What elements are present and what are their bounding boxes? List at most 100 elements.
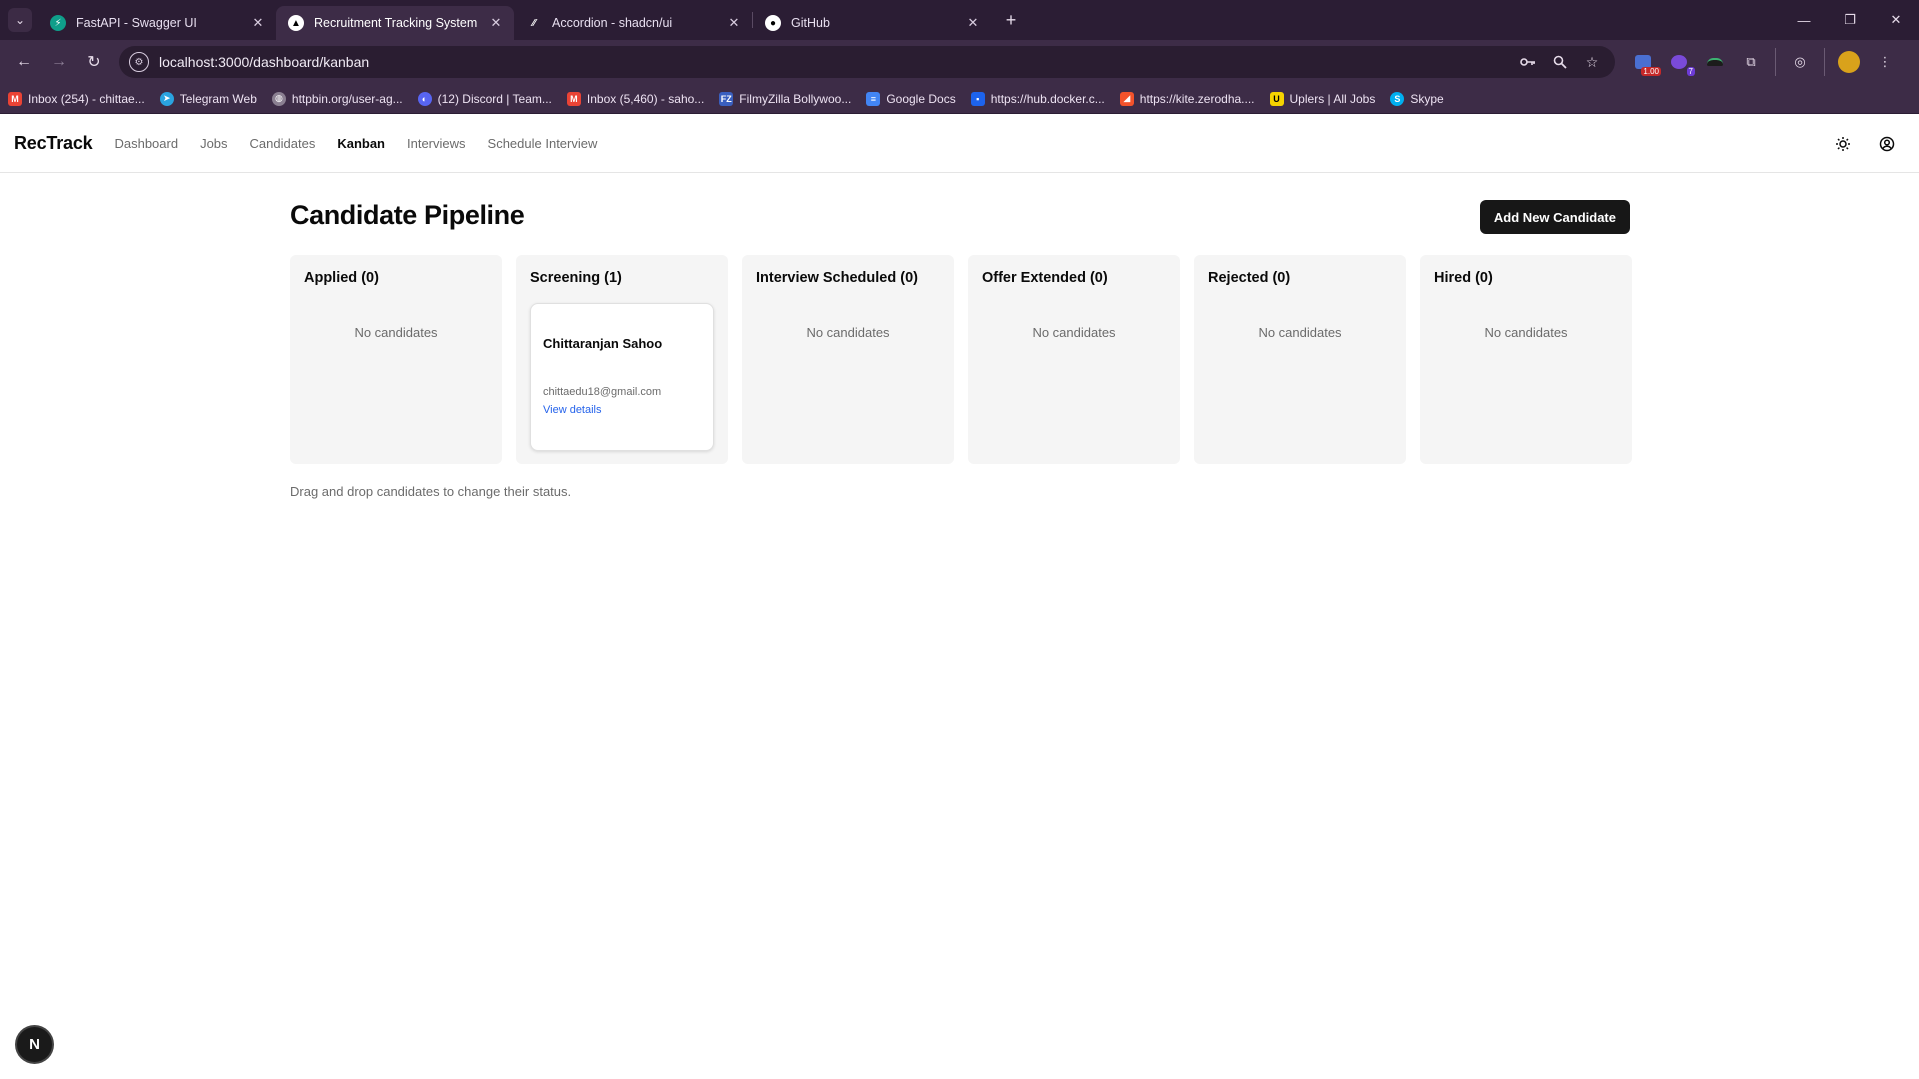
column-title: Rejected (0) — [1208, 270, 1291, 286]
toolbar-divider — [1775, 48, 1776, 76]
empty-state-text: No candidates — [354, 325, 438, 340]
bookmark-label: https://kite.zerodha.... — [1139, 91, 1255, 106]
brand-logo[interactable]: RecTrack — [14, 133, 93, 154]
tab-title: FastAPI - Swagger UI — [76, 16, 197, 30]
close-icon[interactable]: ✕ — [250, 15, 266, 31]
app-header: RecTrack Dashboard Jobs Candidates Kanba… — [0, 114, 1919, 173]
candidate-name: Chittaranjan Sahoo — [543, 336, 663, 351]
url-text[interactable]: localhost:3000/dashboard/kanban — [159, 54, 1509, 70]
bookmark-star-icon[interactable]: ☆ — [1579, 49, 1605, 75]
window-close-icon[interactable]: ✕ — [1873, 0, 1919, 40]
telegram-icon: ➤ — [159, 91, 174, 106]
screenshot-icon[interactable]: ◎ — [1786, 48, 1814, 76]
back-arrow-icon[interactable]: ← — [8, 46, 40, 78]
column-rejected[interactable]: Rejected (0) No candidates — [1194, 255, 1406, 464]
browser-tab-shadcn[interactable]: ⁄⁄ Accordion - shadcn/ui ✕ — [514, 6, 752, 40]
nav-interviews[interactable]: Interviews — [407, 136, 466, 151]
zoom-icon[interactable] — [1547, 49, 1573, 75]
theme-toggle-sun-icon[interactable] — [1829, 130, 1857, 158]
close-icon[interactable]: ✕ — [488, 15, 504, 31]
nav-jobs[interactable]: Jobs — [200, 136, 227, 151]
column-offer-extended[interactable]: Offer Extended (0) No candidates — [968, 255, 1180, 464]
candidate-email: chittaedu18@gmail.com — [543, 386, 662, 398]
password-key-icon[interactable] — [1515, 49, 1541, 75]
browser-tab-github[interactable]: ● GitHub ✕ — [753, 6, 991, 40]
view-details-link[interactable]: View details — [543, 404, 602, 416]
bookmark-label: Telegram Web — [179, 91, 257, 106]
nav-dashboard[interactable]: Dashboard — [114, 136, 178, 151]
empty-state-text: No candidates — [1032, 325, 1116, 340]
page-header: Candidate Pipeline Add New Candidate — [290, 200, 1630, 234]
gmail-icon: M — [8, 91, 22, 106]
add-new-candidate-button[interactable]: Add New Candidate — [1479, 200, 1630, 234]
window-controls: — ❐ ✕ — [1781, 0, 1919, 40]
bookmark-label: Skype — [1410, 91, 1444, 106]
nav-schedule-interview[interactable]: Schedule Interview — [488, 136, 598, 151]
profile-avatar-icon[interactable] — [1835, 48, 1863, 76]
column-title: Screening (1) — [530, 270, 622, 286]
reload-icon[interactable]: ↻ — [78, 46, 110, 78]
bookmark-kite[interactable]: ◢ https://kite.zerodha.... — [1119, 91, 1255, 106]
header-actions — [1813, 114, 1901, 173]
nextjs-dev-indicator-icon[interactable]: N — [17, 1027, 52, 1062]
bookmark-uplers[interactable]: U Uplers | All Jobs — [1269, 91, 1376, 106]
menu-kebab-icon[interactable]: ⋮ — [1871, 48, 1899, 76]
bookmark-google-docs[interactable]: ≡ Google Docs — [866, 91, 956, 106]
filmyzilla-icon: FZ — [719, 91, 734, 106]
column-hired[interactable]: Hired (0) No candidates — [1420, 255, 1632, 464]
bookmark-discord[interactable]: ◐ (12) Discord | Team... — [417, 91, 552, 106]
column-applied[interactable]: Applied (0) No candidates — [290, 255, 502, 464]
column-screening[interactable]: Screening (1) Chittaranjan Sahoo chittae… — [516, 255, 728, 464]
bookmark-telegram[interactable]: ➤ Telegram Web — [159, 91, 257, 106]
docker-icon: ▪ — [970, 91, 985, 106]
bookmark-label: Inbox (254) - chittae... — [28, 91, 145, 106]
bookmark-label: https://hub.docker.c... — [990, 91, 1105, 106]
column-interview-scheduled[interactable]: Interview Scheduled (0) No candidates — [742, 255, 954, 464]
column-title: Applied (0) — [304, 270, 379, 286]
extension-badge: 1.00 — [1641, 67, 1661, 76]
bookmark-filmyzilla[interactable]: FZ FilmyZilla Bollywoo... — [719, 91, 851, 106]
column-title: Offer Extended (0) — [982, 270, 1108, 286]
main-nav: Dashboard Jobs Candidates Kanban Intervi… — [114, 136, 619, 151]
forward-arrow-icon[interactable]: → — [43, 46, 75, 78]
restore-icon[interactable]: ❐ — [1827, 0, 1873, 40]
bookmark-skype[interactable]: S Skype — [1390, 91, 1444, 106]
kanban-board: Applied (0) No candidates Screening (1) … — [290, 255, 1632, 464]
site-info-icon[interactable]: ⚙ — [129, 52, 149, 72]
bookmark-gmail-saho[interactable]: M Inbox (5,460) - saho... — [566, 91, 705, 106]
bookmark-label: Inbox (5,460) - saho... — [586, 91, 705, 106]
tab-search-chevron-icon[interactable]: ⌄ — [8, 8, 32, 32]
bookmark-docker-hub[interactable]: ▪ https://hub.docker.c... — [970, 91, 1105, 106]
address-bar[interactable]: ⚙ localhost:3000/dashboard/kanban ☆ — [119, 46, 1615, 78]
candidate-card[interactable]: Chittaranjan Sahoo chittaedu18@gmail.com… — [530, 303, 714, 451]
shadcn-icon: ⁄⁄ — [532, 17, 536, 29]
bookmark-httpbin[interactable]: ◍ httpbin.org/user-ag... — [271, 91, 403, 106]
close-icon[interactable]: ✕ — [726, 15, 742, 31]
page-title: Candidate Pipeline — [290, 200, 525, 230]
gmail-icon: M — [566, 91, 581, 106]
bookmarks-bar: M Inbox (254) - chittae... ➤ Telegram Web … — [0, 84, 1919, 114]
close-icon[interactable]: ✕ — [965, 15, 981, 31]
nav-candidates[interactable]: Candidates — [250, 136, 316, 151]
user-account-icon[interactable] — [1873, 130, 1901, 158]
extension-price-icon[interactable]: 1.00 — [1629, 48, 1661, 76]
nav-kanban[interactable]: Kanban — [337, 136, 385, 151]
browser-tab-recruitment[interactable]: ▲ Recruitment Tracking System ✕ — [276, 6, 514, 40]
extension-purple-icon[interactable]: 7 — [1665, 48, 1695, 76]
bookmark-gmail-chittae[interactable]: M Inbox (254) - chittae... — [8, 91, 145, 106]
extension-leaf-icon[interactable] — [1701, 48, 1729, 76]
column-title: Hired (0) — [1434, 270, 1493, 286]
browser-tab-fastapi[interactable]: ⚡ FastAPI - Swagger UI ✕ — [38, 6, 276, 40]
empty-state-text: No candidates — [1258, 325, 1342, 340]
new-tab-plus-icon[interactable]: + — [997, 6, 1025, 34]
empty-state-text: No candidates — [806, 325, 890, 340]
extensions-puzzle-icon[interactable]: ⧉ — [1737, 48, 1765, 76]
bookmark-label: Google Docs — [886, 91, 956, 106]
drag-drop-hint: Drag and drop candidates to change their… — [290, 484, 572, 499]
minimize-icon[interactable]: — — [1781, 0, 1827, 40]
fastapi-icon: ⚡ — [50, 15, 66, 31]
bookmark-label: Uplers | All Jobs — [1289, 91, 1376, 106]
google-docs-icon: ≡ — [866, 91, 881, 106]
kite-icon: ◢ — [1119, 91, 1134, 106]
skype-icon: S — [1390, 91, 1405, 106]
